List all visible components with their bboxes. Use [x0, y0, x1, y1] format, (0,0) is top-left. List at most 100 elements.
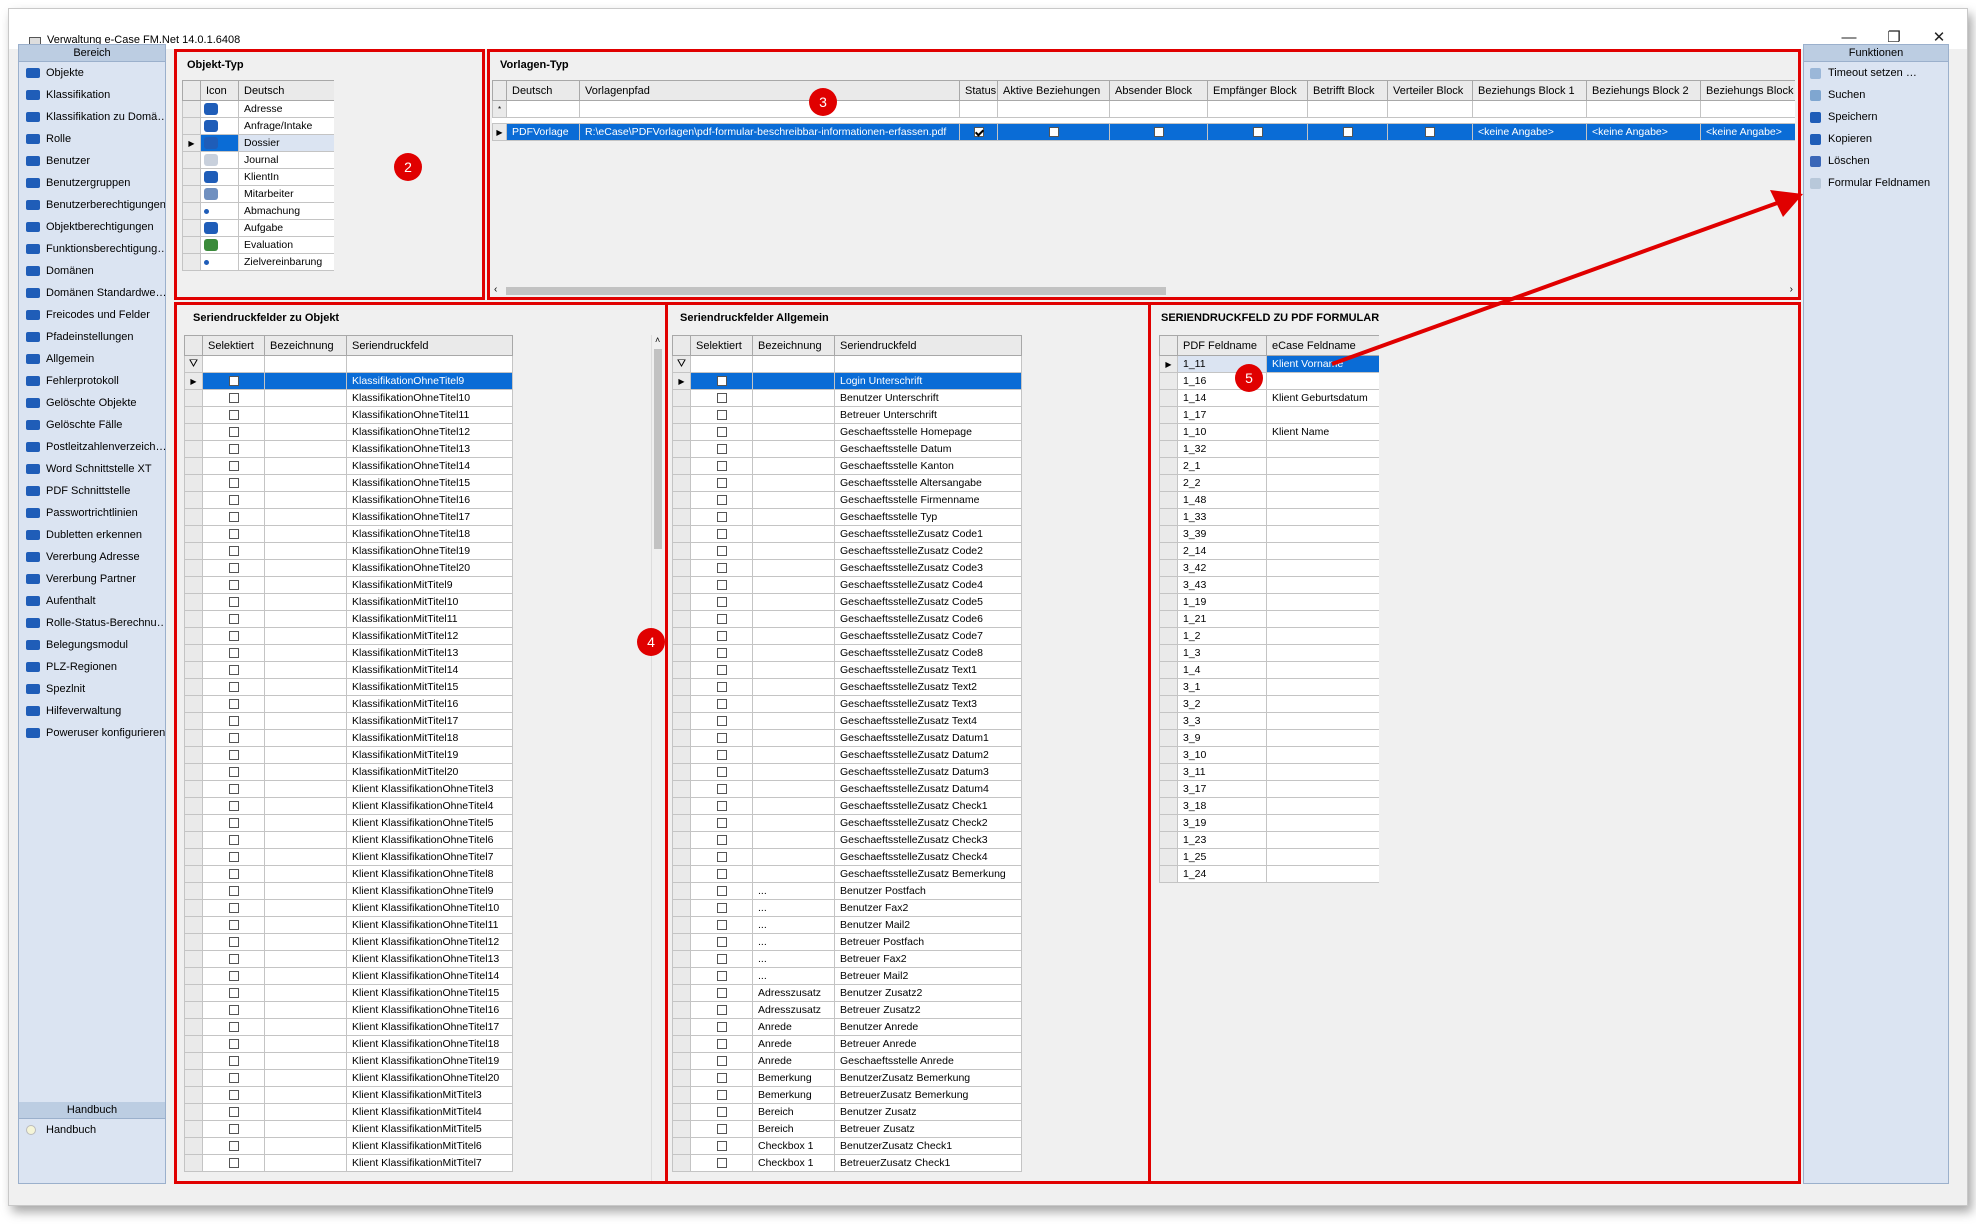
- table-row[interactable]: 3_10: [1159, 746, 1379, 764]
- cell-ecase-feldname[interactable]: [1266, 746, 1379, 764]
- cell-seriendruckfeld[interactable]: Klient KlassifikationOhneTitel4: [346, 797, 513, 815]
- table-row[interactable]: GeschaeftsstelleZusatz Code5: [672, 593, 1022, 611]
- cell-ecase-feldname[interactable]: [1266, 576, 1379, 594]
- cell-bezeichnung[interactable]: [264, 797, 347, 815]
- col-bezeichnung[interactable]: Bezeichnung: [264, 335, 347, 356]
- cell-seriendruckfeld[interactable]: KlassifikationMitTitel14: [346, 661, 513, 679]
- function-item[interactable]: Formular Feldnamen: [1804, 172, 1948, 194]
- cell-ecase-feldname[interactable]: [1266, 457, 1379, 475]
- selektiert-checkbox[interactable]: [228, 835, 239, 846]
- table-row[interactable]: KlassifikationOhneTitel11: [184, 406, 513, 424]
- table-row[interactable]: KlassifikationOhneTitel12: [184, 423, 513, 441]
- selektiert-checkbox[interactable]: [228, 614, 239, 625]
- cell-bezeichnung[interactable]: ...: [752, 933, 835, 951]
- cell-bezeichnung[interactable]: [264, 848, 347, 866]
- table-row[interactable]: 1_48: [1159, 491, 1379, 509]
- cell-seriendruckfeld[interactable]: Geschaeftsstelle Homepage: [834, 423, 1022, 441]
- table-row[interactable]: 1_3: [1159, 644, 1379, 662]
- cell-seriendruckfeld[interactable]: GeschaeftsstelleZusatz Text4: [834, 712, 1022, 730]
- cell-seriendruckfeld[interactable]: Benutzer Postfach: [834, 882, 1022, 900]
- cell-seriendruckfeld[interactable]: KlassifikationMitTitel15: [346, 678, 513, 696]
- table-row[interactable]: 1_21: [1159, 610, 1379, 628]
- cell-seriendruckfeld[interactable]: GeschaeftsstelleZusatz Code3: [834, 559, 1022, 577]
- cell-ecase-feldname[interactable]: [1266, 814, 1379, 832]
- sidebar-item[interactable]: Klassifikation zu Domä…: [19, 106, 165, 128]
- table-row[interactable]: Bereich Benutzer Zusatz: [672, 1103, 1022, 1121]
- cell-seriendruckfeld[interactable]: Login Unterschrift: [834, 372, 1022, 390]
- sidebar-item[interactable]: Benutzer: [19, 150, 165, 172]
- selektiert-checkbox[interactable]: [716, 801, 727, 812]
- table-row[interactable]: KlassifikationOhneTitel14: [184, 457, 513, 475]
- table-row[interactable]: ▶ KlassifikationOhneTitel9: [184, 372, 513, 390]
- cell-ecase-feldname[interactable]: [1266, 474, 1379, 492]
- cell-seriendruckfeld[interactable]: GeschaeftsstelleZusatz Bemerkung: [834, 865, 1022, 883]
- cell-ecase-feldname[interactable]: [1266, 831, 1379, 849]
- cell-beziehungs-block-2[interactable]: <keine Angabe>: [1586, 123, 1701, 141]
- cell-bezeichnung[interactable]: [264, 457, 347, 475]
- cell-seriendruckfeld[interactable]: Klient KlassifikationOhneTitel17: [346, 1018, 513, 1036]
- cell-bezeichnung[interactable]: [752, 678, 835, 696]
- sidebar-item[interactable]: Spezlnit: [19, 678, 165, 700]
- cell-bezeichnung[interactable]: [264, 627, 347, 645]
- cell-seriendruckfeld[interactable]: Klient KlassifikationOhneTitel11: [346, 916, 513, 934]
- cell-vorlagenpfad[interactable]: R:\eCase\PDFVorlagen\pdf-formular-beschr…: [579, 123, 960, 141]
- cell-bezeichnung[interactable]: [264, 576, 347, 594]
- list-item[interactable]: ▶ Dossier: [182, 134, 334, 152]
- cell-bezeichnung[interactable]: [264, 695, 347, 713]
- empfaenger-block-checkbox[interactable]: [1252, 127, 1263, 138]
- scroll-thumb[interactable]: [654, 349, 662, 549]
- selektiert-checkbox[interactable]: [716, 784, 727, 795]
- selektiert-checkbox[interactable]: [716, 376, 727, 387]
- cell-ecase-feldname[interactable]: [1266, 695, 1379, 713]
- cell-ecase-feldname[interactable]: [1266, 627, 1379, 645]
- table-row[interactable]: Klient KlassifikationOhneTitel7: [184, 848, 513, 866]
- selektiert-checkbox[interactable]: [716, 750, 727, 761]
- cell-bezeichnung[interactable]: Bereich: [752, 1120, 835, 1138]
- selektiert-checkbox[interactable]: [716, 835, 727, 846]
- cell-bezeichnung[interactable]: [264, 865, 347, 883]
- cell-seriendruckfeld[interactable]: Klient KlassifikationOhneTitel18: [346, 1035, 513, 1053]
- table-row[interactable]: GeschaeftsstelleZusatz Code2: [672, 542, 1022, 560]
- cell-seriendruckfeld[interactable]: Geschaeftsstelle Altersangabe: [834, 474, 1022, 492]
- selektiert-checkbox[interactable]: [716, 716, 727, 727]
- cell-bezeichnung[interactable]: ...: [752, 899, 835, 917]
- selektiert-checkbox[interactable]: [716, 529, 727, 540]
- selektiert-checkbox[interactable]: [228, 1090, 239, 1101]
- cell-ecase-feldname[interactable]: [1266, 661, 1379, 679]
- table-row[interactable]: GeschaeftsstelleZusatz Text2: [672, 678, 1022, 696]
- cell-bezeichnung[interactable]: [752, 406, 835, 424]
- selektiert-checkbox[interactable]: [716, 767, 727, 778]
- selektiert-checkbox[interactable]: [228, 886, 239, 897]
- cell-seriendruckfeld[interactable]: KlassifikationMitTitel20: [346, 763, 513, 781]
- cell-seriendruckfeld[interactable]: Benutzer Unterschrift: [834, 389, 1022, 407]
- cell-bezeichnung[interactable]: [752, 780, 835, 798]
- sidebar-item[interactable]: Vererbung Adresse: [19, 546, 165, 568]
- cell-bezeichnung[interactable]: [752, 661, 835, 679]
- cell-deutsch[interactable]: PDFVorlage: [506, 123, 580, 141]
- table-row[interactable]: GeschaeftsstelleZusatz Code8: [672, 644, 1022, 662]
- selektiert-checkbox[interactable]: [228, 376, 239, 387]
- cell-ecase-feldname[interactable]: [1266, 797, 1379, 815]
- table-row[interactable]: Klient KlassifikationOhneTitel16: [184, 1001, 513, 1019]
- selektiert-checkbox[interactable]: [228, 767, 239, 778]
- aktive-beziehungen-checkbox[interactable]: [1048, 127, 1059, 138]
- cell-seriendruckfeld[interactable]: Klient KlassifikationOhneTitel19: [346, 1052, 513, 1070]
- table-row[interactable]: 1_23: [1159, 831, 1379, 849]
- filter-icon[interactable]: ⛛: [672, 355, 691, 373]
- selektiert-checkbox[interactable]: [716, 733, 727, 744]
- selektiert-checkbox[interactable]: [716, 988, 727, 999]
- selektiert-checkbox[interactable]: [228, 393, 239, 404]
- table-row[interactable]: 1_10 Klient Name: [1159, 423, 1379, 441]
- selektiert-checkbox[interactable]: [716, 665, 727, 676]
- cell-bezeichnung[interactable]: [264, 882, 347, 900]
- sidebar-item-handbuch[interactable]: Handbuch: [19, 1119, 165, 1141]
- cell-ecase-feldname[interactable]: [1266, 848, 1379, 866]
- cell-ecase-feldname[interactable]: [1266, 865, 1379, 883]
- cell-seriendruckfeld[interactable]: GeschaeftsstelleZusatz Datum3: [834, 763, 1022, 781]
- cell-bezeichnung[interactable]: [264, 984, 347, 1002]
- cell-seriendruckfeld[interactable]: Klient KlassifikationOhneTitel12: [346, 933, 513, 951]
- table-row[interactable]: Klient KlassifikationMitTitel3: [184, 1086, 513, 1104]
- table-row[interactable]: KlassifikationOhneTitel15: [184, 474, 513, 492]
- cell-bezeichnung[interactable]: [752, 797, 835, 815]
- sidebar-item[interactable]: Objektberechtigungen: [19, 216, 165, 238]
